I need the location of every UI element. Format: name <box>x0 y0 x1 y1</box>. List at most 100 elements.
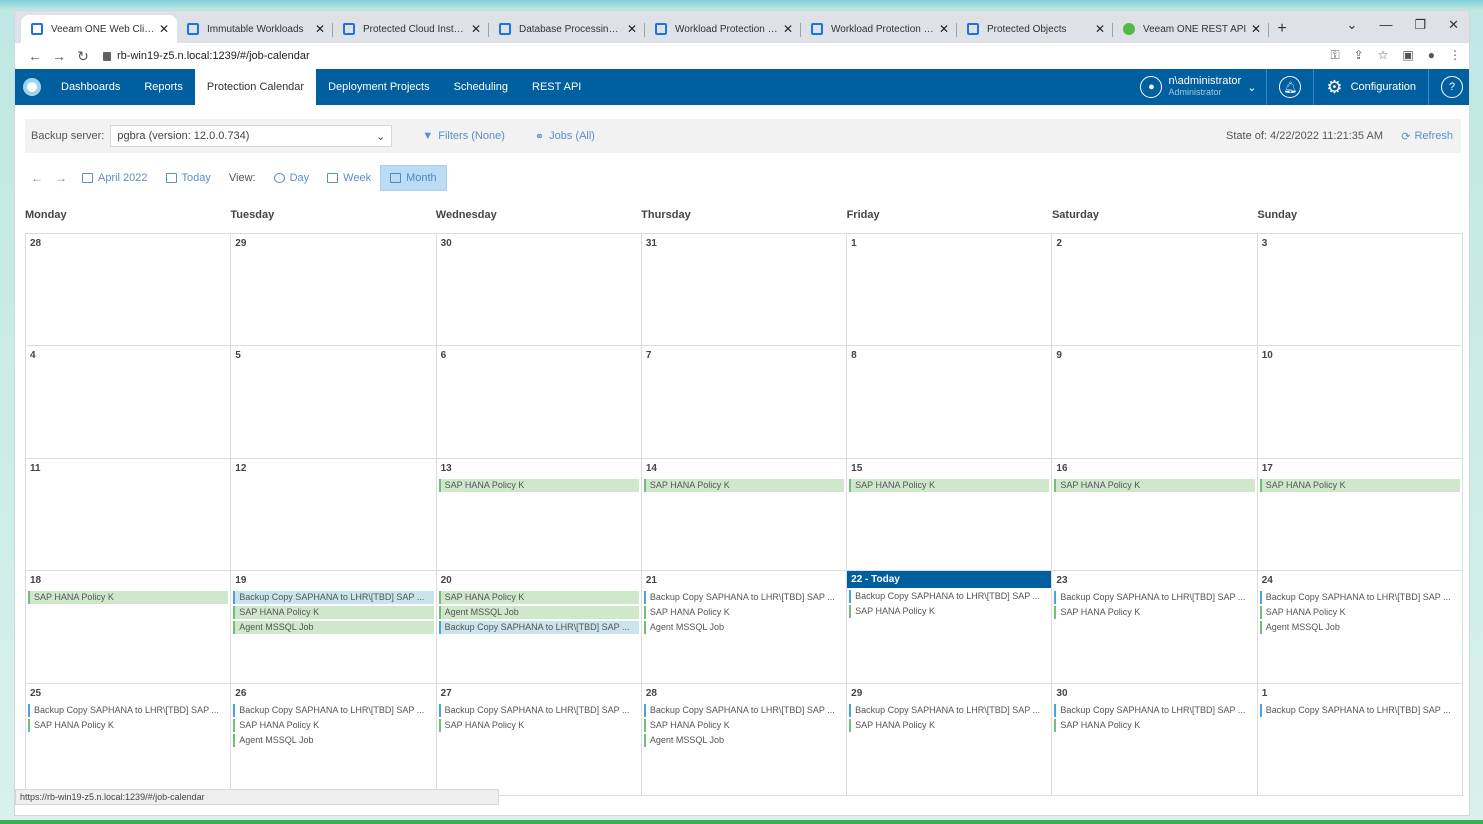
calendar-event[interactable]: Backup Copy SAPHANA to LHR\[TBD] SAP ... <box>28 703 228 717</box>
day-cell[interactable]: 8 <box>847 346 1053 459</box>
day-cell[interactable]: 29 <box>231 234 437 347</box>
day-cell[interactable]: 11 <box>26 458 232 572</box>
calendar-event[interactable]: SAP HANA Policy K <box>28 591 229 605</box>
day-cell[interactable]: 10 <box>1257 346 1463 459</box>
browser-tab[interactable]: Veeam ONE REST API ✕ <box>1113 15 1269 43</box>
calendar-event[interactable]: SAP HANA Policy K <box>233 718 433 732</box>
day-cell[interactable]: 22 - Today Backup Copy SAPHANA to LHR\[TB… <box>847 571 1053 684</box>
calendar-event[interactable]: SAP HANA Policy K <box>643 478 845 492</box>
browser-tab[interactable]: Workload Protection Histo ✕ <box>801 15 957 43</box>
url-field[interactable]: rb-win19-z5.n.local:1239/#/job-calendar <box>103 50 310 62</box>
new-tab-icon[interactable]: + <box>1269 15 1295 43</box>
day-cell[interactable]: 27 Backup Copy SAPHANA to LHR\[TBD] SAP .… <box>436 683 642 796</box>
calendar-event[interactable]: SAP HANA Policy K <box>849 478 1050 492</box>
nav-deployment-projects[interactable]: Deployment Projects <box>316 69 442 105</box>
week-view-button[interactable]: Week <box>318 165 380 191</box>
day-cell[interactable]: 31 <box>641 234 848 347</box>
calendar-event[interactable]: Backup Copy SAPHANA to LHR\[TBD] SAP ... <box>1054 703 1254 717</box>
day-cell[interactable]: 16 SAP HANA Policy K <box>1052 458 1258 572</box>
profile-icon[interactable]: ● <box>1428 48 1435 63</box>
filters-button[interactable]: ▼ Filters (None) <box>422 130 505 142</box>
day-cell[interactable]: 24 Backup Copy SAPHANA to LHR\[TBD] SAP .… <box>1257 571 1463 684</box>
close-tab-icon[interactable]: ✕ <box>1095 22 1105 36</box>
calendar-event[interactable]: Agent MSSQL Job <box>643 733 844 747</box>
today-button[interactable]: Today <box>157 165 220 191</box>
browser-tab[interactable]: Protected Cloud Instances ✕ <box>333 15 489 43</box>
day-cell[interactable]: 14 SAP HANA Policy K <box>641 458 848 572</box>
close-tab-icon[interactable]: ✕ <box>1251 22 1261 36</box>
day-cell[interactable]: 7 <box>641 346 848 459</box>
close-window-icon[interactable]: ✕ <box>1448 17 1459 33</box>
day-cell[interactable]: 29 Backup Copy SAPHANA to LHR\[TBD] SAP .… <box>847 683 1053 796</box>
share-icon[interactable]: ⇪ <box>1354 48 1364 63</box>
day-cell[interactable]: 2 <box>1052 234 1258 347</box>
prev-arrow-icon[interactable]: ← <box>25 171 49 185</box>
minimize-icon[interactable]: — <box>1379 17 1392 33</box>
calendar-event[interactable]: SAP HANA Policy K <box>1054 606 1254 620</box>
calendar-event[interactable]: Backup Copy SAPHANA to LHR\[TBD] SAP ... <box>233 591 434 605</box>
day-cell[interactable]: 15 SAP HANA Policy K <box>847 458 1053 572</box>
calendar-event[interactable]: SAP HANA Policy K <box>643 606 844 620</box>
tab-search-icon[interactable]: ⌄ <box>1347 17 1358 33</box>
day-cell[interactable]: 1 <box>847 234 1053 347</box>
menu-icon[interactable]: ⋮ <box>1449 48 1461 63</box>
calendar-event[interactable]: Backup Copy SAPHANA to LHR\[TBD] SAP ... <box>438 703 639 717</box>
nav-protection-calendar[interactable]: Protection Calendar <box>194 69 317 105</box>
month-view-button[interactable]: Month <box>380 165 447 191</box>
restore-icon[interactable]: ❐ <box>1414 17 1426 33</box>
refresh-button[interactable]: ⟳ Refresh <box>1401 130 1453 143</box>
next-arrow-icon[interactable]: → <box>49 171 73 185</box>
calendar-event[interactable]: Backup Copy SAPHANA to LHR\[TBD] SAP ... <box>1259 703 1460 717</box>
day-cell[interactable]: 13 SAP HANA Policy K <box>436 458 642 572</box>
nav-reports[interactable]: Reports <box>132 69 195 105</box>
calendar-event[interactable]: Backup Copy SAPHANA to LHR\[TBD] SAP ... <box>849 590 1049 604</box>
day-cell[interactable]: 25 Backup Copy SAPHANA to LHR\[TBD] SAP .… <box>26 683 232 796</box>
calendar-event[interactable]: Backup Copy SAPHANA to LHR\[TBD] SAP ... <box>1259 591 1460 605</box>
browser-tab[interactable]: Workload Protection Histo ✕ <box>645 15 801 43</box>
key-icon[interactable]: ⚿ <box>1330 48 1339 63</box>
help-button[interactable]: ? <box>1429 69 1469 105</box>
calendar-event[interactable]: Agent MSSQL Job <box>643 621 844 635</box>
month-picker-button[interactable]: April 2022 <box>73 165 157 191</box>
calendar-event[interactable]: SAP HANA Policy K <box>1054 478 1255 492</box>
veeam-logo[interactable] <box>15 69 49 105</box>
sidepanel-icon[interactable]: ▣ <box>1402 48 1413 63</box>
calendar-event[interactable]: SAP HANA Policy K <box>849 605 1049 619</box>
close-tab-icon[interactable]: ✕ <box>627 22 637 36</box>
calendar-event[interactable]: Backup Copy SAPHANA to LHR\[TBD] SAP ... <box>643 703 844 717</box>
calendar-event[interactable]: Backup Copy SAPHANA to LHR\[TBD] SAP ... <box>849 703 1049 717</box>
calendar-event[interactable]: Backup Copy SAPHANA to LHR\[TBD] SAP ... <box>1054 591 1254 605</box>
calendar-event[interactable]: Agent MSSQL Job <box>1259 621 1460 635</box>
back-icon[interactable]: ← <box>23 48 47 64</box>
calendar-event[interactable]: Backup Copy SAPHANA to LHR\[TBD] SAP ... <box>438 621 639 635</box>
day-cell[interactable]: 30 <box>436 234 642 347</box>
day-cell[interactable]: 12 <box>231 458 437 572</box>
close-tab-icon[interactable]: ✕ <box>315 22 325 36</box>
calendar-event[interactable]: Agent MSSQL Job <box>438 606 639 620</box>
jobs-button[interactable]: ⚭ Jobs (All) <box>535 130 595 143</box>
day-cell[interactable]: 19 Backup Copy SAPHANA to LHR\[TBD] SAP .… <box>231 571 437 684</box>
calendar-event[interactable]: SAP HANA Policy K <box>438 478 639 492</box>
day-cell[interactable]: 21 Backup Copy SAPHANA to LHR\[TBD] SAP .… <box>641 571 848 684</box>
star-icon[interactable]: ☆ <box>1378 48 1389 63</box>
nav-dashboards[interactable]: Dashboards <box>49 69 132 105</box>
close-tab-icon[interactable]: ✕ <box>471 22 481 36</box>
day-cell[interactable]: 9 <box>1052 346 1258 459</box>
close-tab-icon[interactable]: ✕ <box>939 22 949 36</box>
calendar-event[interactable]: SAP HANA Policy K <box>28 718 228 732</box>
calendar-event[interactable]: Backup Copy SAPHANA to LHR\[TBD] SAP ... <box>643 591 844 605</box>
calendar-event[interactable]: Agent MSSQL Job <box>233 621 434 635</box>
browser-tab[interactable]: Protected Objects ✕ <box>957 15 1113 43</box>
close-tab-icon[interactable]: ✕ <box>783 22 793 36</box>
reload-icon[interactable]: ↻ <box>71 48 95 65</box>
nav-rest-api[interactable]: REST API <box>520 69 593 105</box>
day-cell[interactable]: 6 <box>436 346 642 459</box>
day-cell[interactable]: 4 <box>26 346 232 459</box>
day-cell[interactable]: 23 Backup Copy SAPHANA to LHR\[TBD] SAP .… <box>1052 571 1258 684</box>
day-cell[interactable]: 26 Backup Copy SAPHANA to LHR\[TBD] SAP .… <box>231 683 437 796</box>
day-cell[interactable]: 5 <box>231 346 437 459</box>
calendar-event[interactable]: SAP HANA Policy K <box>438 718 639 732</box>
day-cell[interactable]: 17 SAP HANA Policy K <box>1257 458 1463 572</box>
browser-tab[interactable]: Immutable Workloads ✕ <box>177 15 333 43</box>
day-view-button[interactable]: Day <box>265 165 319 191</box>
